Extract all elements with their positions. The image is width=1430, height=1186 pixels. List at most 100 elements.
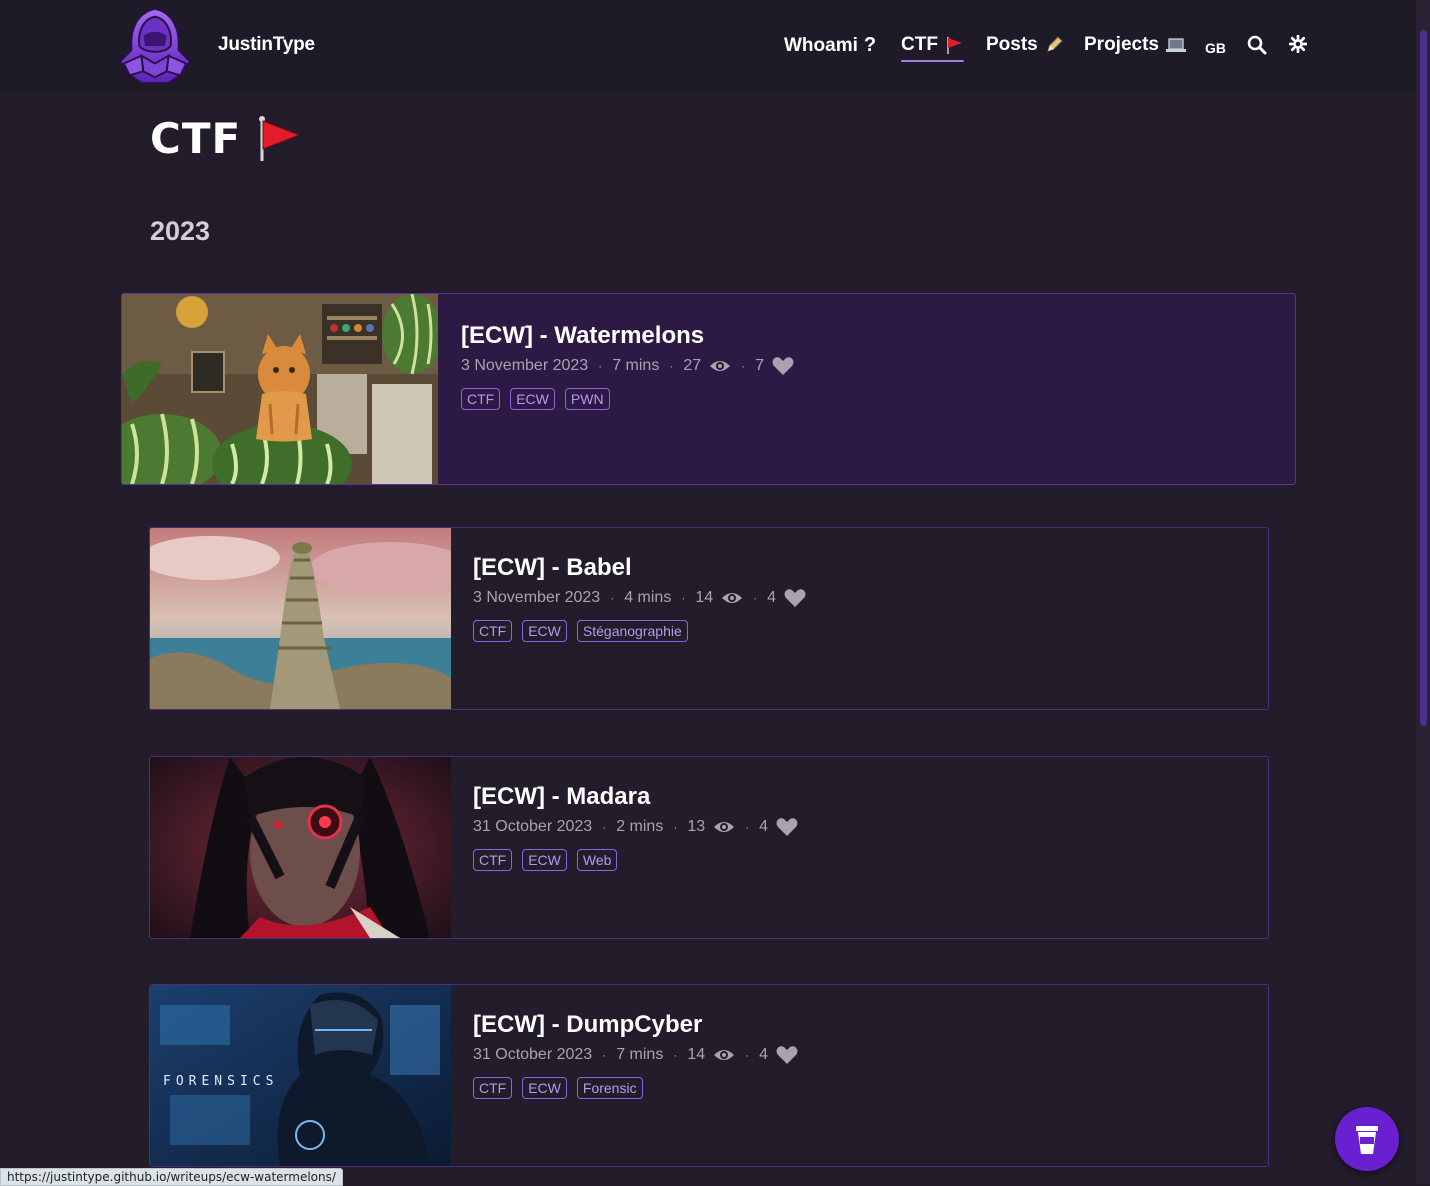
post-card-body: [ECW] - Watermelons 3 November 2023 · 7 m… [461,322,794,410]
post-meta: 3 November 2023 · 4 mins · 14 · 4 [473,588,806,608]
post-read-time: 7 mins [612,357,660,374]
post-read-time: 7 mins [616,1046,664,1063]
nav-item-projects[interactable]: Projects [1084,34,1187,56]
post-thumbnail-madara[interactable] [150,757,451,938]
eye-icon [710,361,731,371]
separator-dot: · [753,591,758,605]
coffee-cup-icon [1356,1126,1378,1154]
search-button[interactable] [1247,35,1267,55]
tag[interactable]: CTF [473,849,513,871]
post-card-madara[interactable]: [ECW] - Madara 31 October 2023 · 2 mins · … [149,756,1269,939]
separator-dot: · [745,820,750,834]
separator-dot: · [598,359,603,373]
separator-dot: · [741,359,746,373]
separator-dot: · [610,591,615,605]
post-card-body: [ECW] - Babel 3 November 2023 · 4 mins · 1… [473,554,806,642]
post-likes: 4 [767,589,777,606]
post-tags: CTF ECW PWN [461,388,794,410]
separator-dot: · [673,1048,678,1062]
separator-dot: · [745,1048,750,1062]
scrollbar[interactable] [1416,0,1430,1184]
tag[interactable]: ECW [522,620,567,642]
post-title[interactable]: [ECW] - Madara [473,783,798,811]
tag[interactable]: CTF [473,1077,513,1099]
tag[interactable]: ECW [510,388,555,410]
nav-item-whoami[interactable]: Whoami ? [784,34,876,57]
post-title[interactable]: [ECW] - DumpCyber [473,1011,798,1039]
nav-item-posts[interactable]: Posts [986,34,1064,56]
site-title[interactable]: JustinType [218,34,315,56]
tag[interactable]: CTF [461,388,501,410]
post-thumbnail-dumpcyber[interactable]: FORENSICS [150,985,451,1166]
question-icon: ? [863,34,877,56]
scrollbar-thumb[interactable] [1420,30,1427,726]
nav-label: Projects [1084,34,1159,55]
tag[interactable]: PWN [564,388,610,410]
post-views: 13 [687,818,706,835]
search-icon [1247,35,1267,55]
tag[interactable]: Stéganographie [576,620,688,642]
post-card-body: [ECW] - DumpCyber 31 October 2023 · 7 min… [473,1011,798,1099]
nav-label: CTF [901,34,938,55]
post-meta: 31 October 2023 · 2 mins · 13 · 4 [473,817,798,837]
hooded-logo-icon[interactable] [116,6,194,86]
separator-dot: · [673,820,678,834]
post-likes: 4 [759,1046,769,1063]
separator-dot: · [602,820,607,834]
tag[interactable]: ECW [522,849,567,871]
post-views: 27 [683,357,702,374]
separator-dot: · [681,591,686,605]
post-likes: 7 [755,357,765,374]
post-card-babel[interactable]: [ECW] - Babel 3 November 2023 · 4 mins · 1… [149,527,1269,710]
post-title[interactable]: [ECW] - Watermelons [461,322,794,350]
site-header: JustinType Whoami ? CTF Posts Projects G… [0,0,1416,92]
language-switch[interactable]: GB [1205,40,1226,56]
eye-icon [714,822,735,832]
eye-icon [722,593,743,603]
theme-toggle-button[interactable] [1289,35,1307,53]
post-card-body: [ECW] - Madara 31 October 2023 · 2 mins · … [473,783,798,871]
gear-icon [1289,35,1307,53]
post-card-dumpcyber[interactable]: FORENSICS [ECW] - DumpCyber 31 October 2… [149,984,1269,1167]
heart-icon[interactable] [776,817,798,837]
separator-dot: · [669,359,674,373]
post-thumbnail-watermelons[interactable] [122,294,438,484]
year-heading: 2023 [150,216,211,246]
post-date: 3 November 2023 [461,357,589,374]
page-title-text: CTF [150,114,242,163]
heart-icon[interactable] [772,356,794,376]
thumbnail-forensics-text: FORENSICS [163,1074,278,1089]
post-meta: 31 October 2023 · 7 mins · 14 · 4 [473,1045,798,1065]
tag[interactable]: Forensic [576,1077,643,1099]
eye-icon [714,1050,735,1060]
post-thumbnail-babel[interactable] [150,528,451,709]
post-title[interactable]: [ECW] - Babel [473,554,806,582]
post-tags: CTF ECW Web [473,849,798,871]
post-tags: CTF ECW Stéganographie [473,620,806,642]
separator-dot: · [602,1048,607,1062]
post-date: 3 November 2023 [473,589,601,606]
tag[interactable]: ECW [522,1077,567,1099]
page-title: CTF [150,114,301,163]
post-views: 14 [687,1046,706,1063]
link-preview-status-bar: https://justintype.github.io/writeups/ec… [0,1168,343,1186]
language-label: GB [1205,40,1226,56]
nav-label: Posts [986,34,1038,55]
post-date: 31 October 2023 [473,818,593,835]
active-underline [901,60,964,62]
nav-label: Whoami [784,34,858,56]
red-flag-icon [259,115,301,161]
pencil-icon [1046,36,1063,52]
tag[interactable]: CTF [473,620,513,642]
buy-me-a-coffee-button[interactable] [1335,1107,1399,1171]
laptop-icon [1165,38,1186,52]
post-likes: 4 [759,818,769,835]
tag[interactable]: Web [576,849,618,871]
nav-item-ctf[interactable]: CTF [901,34,964,62]
heart-icon[interactable] [776,1045,798,1065]
post-date: 31 October 2023 [473,1046,593,1063]
heart-icon[interactable] [784,588,806,608]
post-card-watermelons[interactable]: [ECW] - Watermelons 3 November 2023 · 7 m… [121,293,1296,485]
post-read-time: 2 mins [616,818,664,835]
post-views: 14 [695,589,714,606]
